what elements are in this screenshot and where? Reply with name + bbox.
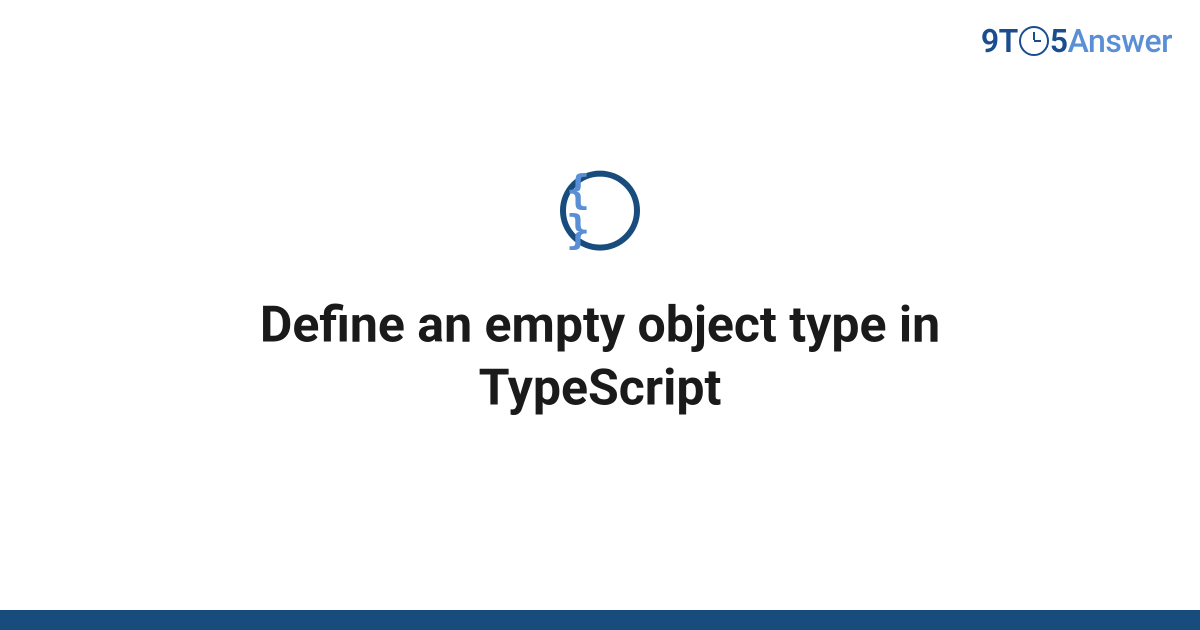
topic-icon-circle: { } [560,171,640,251]
site-logo: 9T 5 Answer [981,22,1172,60]
main-content: { } Define an empty object type in TypeS… [0,171,1200,420]
clock-icon [1019,26,1049,56]
page-title: Define an empty object type in TypeScrip… [150,295,1050,420]
logo-text-5: 5 [1050,22,1068,60]
code-braces-icon: { } [566,171,634,251]
footer-bar [0,610,1200,630]
logo-text-answer: Answer [1068,22,1172,60]
logo-text-9t: 9T [981,22,1018,60]
